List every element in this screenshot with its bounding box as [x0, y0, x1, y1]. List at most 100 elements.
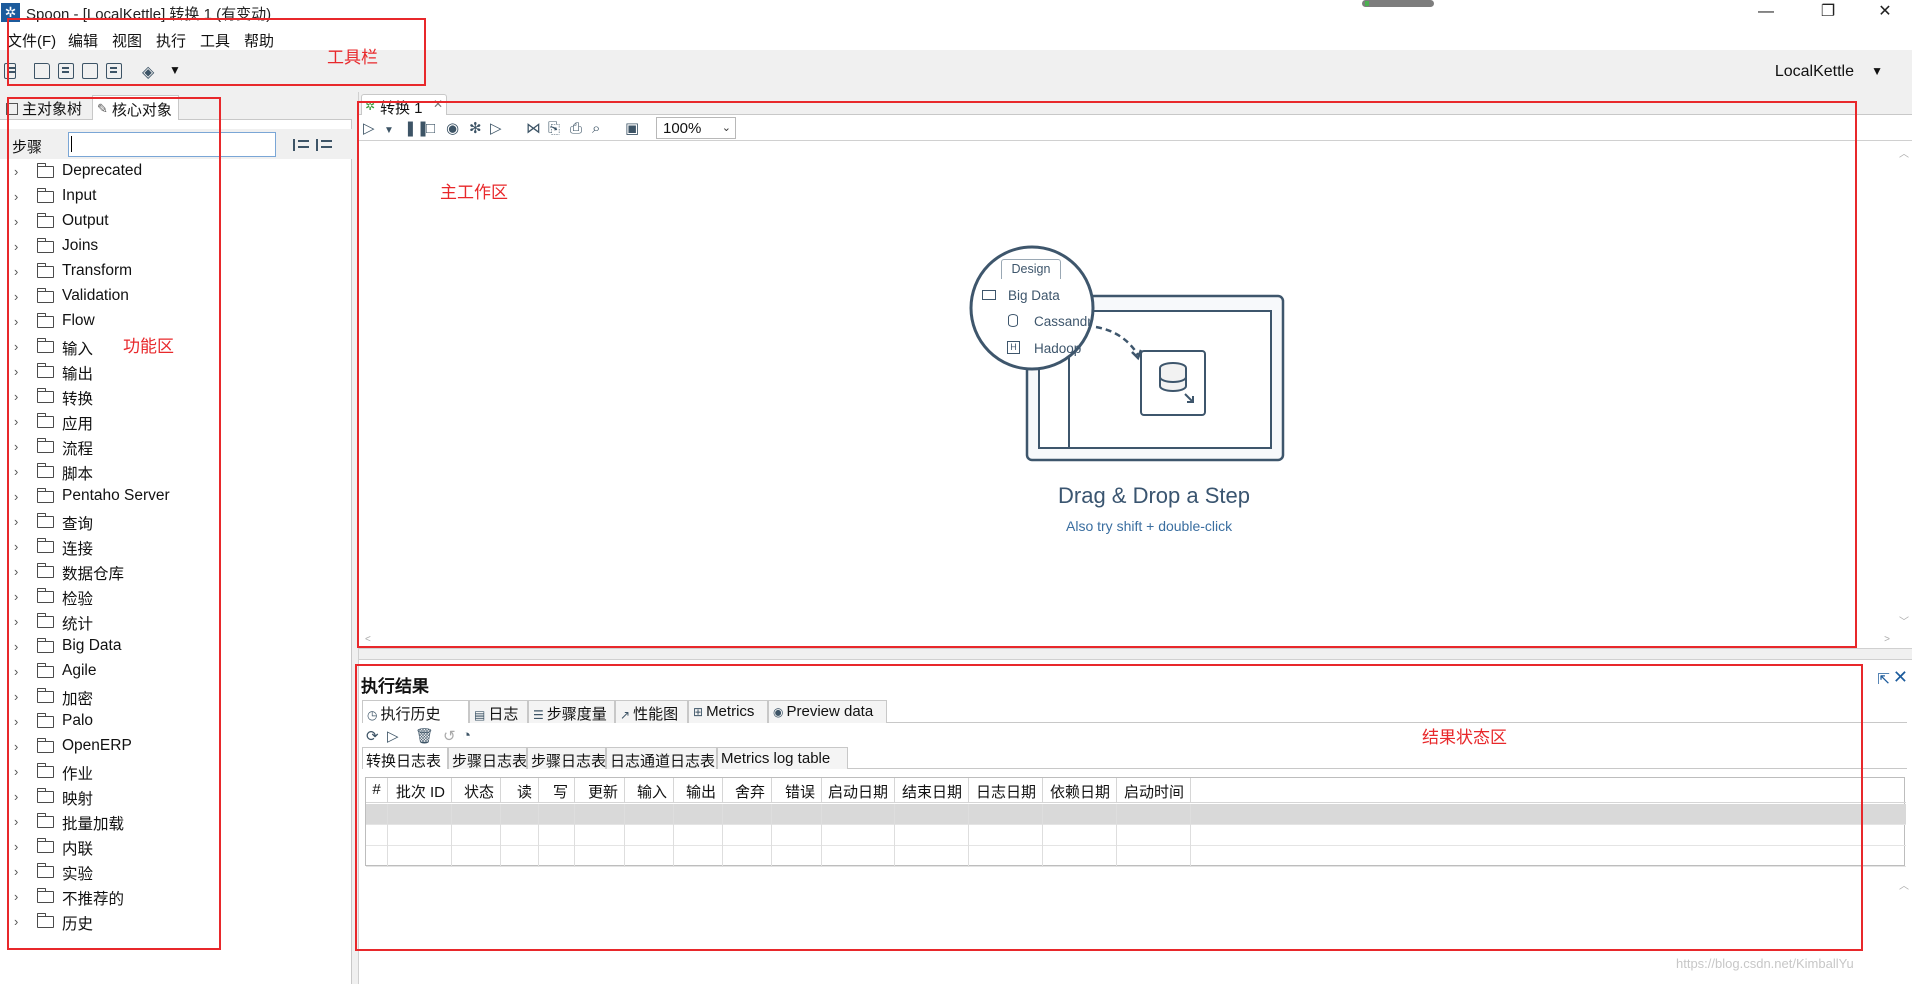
preview-icon[interactable]: ◉ [446, 121, 459, 136]
verify-icon[interactable]: ⋈ [526, 121, 541, 136]
chevron-right-icon[interactable]: › [14, 689, 18, 704]
tree-category-item[interactable]: › 实验 [0, 860, 330, 885]
tab-core-objects[interactable]: ✎ 核心对象 [92, 95, 179, 120]
chevron-right-icon[interactable]: › [14, 164, 18, 179]
tree-category-item[interactable]: › Agile [0, 660, 330, 685]
tree-category-item[interactable]: › Transform [0, 260, 330, 285]
chevron-right-icon[interactable]: › [14, 889, 18, 904]
tree-category-item[interactable]: › 检验 [0, 585, 330, 610]
chevron-right-icon[interactable]: › [14, 314, 18, 329]
scroll-up-arrow-icon[interactable]: ︿ [1899, 145, 1909, 160]
chevron-right-icon[interactable]: › [14, 814, 18, 829]
tab-step-log-1[interactable]: 步骤日志表 [448, 747, 527, 770]
show-results-icon[interactable]: ▣ [625, 121, 639, 136]
replay-icon[interactable]: ▷ [387, 727, 399, 745]
tree-category-item[interactable]: › Validation [0, 285, 330, 310]
results-vertical-scrollbar[interactable]: ︿ [1896, 875, 1912, 984]
tab-log-channel-log[interactable]: 日志通道日志表 [606, 747, 717, 770]
tree-category-item[interactable]: › 数据仓库 [0, 560, 330, 585]
log-table-column-header[interactable]: 输出 [674, 778, 723, 803]
chevron-right-icon[interactable]: › [14, 389, 18, 404]
chevron-right-icon[interactable]: › [14, 589, 18, 604]
tree-category-item[interactable]: › 不推荐的 [0, 885, 330, 910]
save-as-icon[interactable] [106, 63, 122, 79]
tab-log[interactable]: ▤ 日志 [469, 700, 528, 723]
log-table-column-header[interactable]: 启动时间 [1117, 778, 1191, 803]
chevron-right-icon[interactable]: › [14, 864, 18, 879]
close-panel-icon[interactable]: ✕ [1893, 667, 1908, 688]
repository-dropdown-caret-icon[interactable]: ▼ [1871, 64, 1883, 78]
chevron-right-icon[interactable]: › [14, 839, 18, 854]
replay-icon[interactable]: ▷ [490, 121, 502, 136]
vertical-splitter[interactable] [352, 92, 359, 984]
tree-category-item[interactable]: › Joins [0, 235, 330, 260]
tab-transformation-1[interactable]: ✲ 转换 1 ✕ [361, 94, 447, 117]
chevron-right-icon[interactable]: › [14, 914, 18, 929]
open-file-icon[interactable] [34, 63, 50, 79]
tree-category-item[interactable]: › 脚本 [0, 460, 330, 485]
close-tab-icon[interactable]: ✕ [433, 97, 443, 111]
layers-icon[interactable]: ◈ [142, 62, 154, 82]
log-table-row[interactable] [366, 825, 1906, 846]
tree-category-item[interactable]: › 统计 [0, 610, 330, 635]
chevron-right-icon[interactable]: › [14, 564, 18, 579]
chevron-right-icon[interactable]: › [14, 439, 18, 454]
restore-button[interactable]: ❐ [1805, 0, 1851, 26]
horizontal-splitter[interactable] [359, 648, 1912, 660]
chevron-right-icon[interactable]: › [14, 789, 18, 804]
chevron-right-icon[interactable]: › [14, 214, 18, 229]
layers-dropdown-caret-icon[interactable]: ▼ [169, 63, 181, 77]
tab-preview-data[interactable]: ◉ Preview data [768, 700, 887, 723]
chevron-right-icon[interactable]: › [14, 739, 18, 754]
tree-category-item[interactable]: › Input [0, 185, 330, 210]
save-icon[interactable] [82, 63, 98, 79]
tree-category-item[interactable]: › 输出 [0, 360, 330, 385]
tree-category-item[interactable]: › 历史 [0, 910, 330, 935]
tab-execution-history[interactable]: ◷ 执行历史 [362, 700, 469, 723]
collapse-all-icon[interactable] [293, 139, 309, 151]
tree-category-item[interactable]: › 查询 [0, 510, 330, 535]
undo-icon[interactable]: ↺ [443, 727, 456, 745]
scroll-right-arrow-icon[interactable]: > [1884, 634, 1890, 645]
trash-icon[interactable]: 🗑 [415, 727, 434, 745]
canvas-horizontal-scrollbar[interactable]: < > [359, 632, 1896, 648]
canvas-vertical-scrollbar[interactable]: ︿ ﹀ [1896, 141, 1912, 632]
tree-category-item[interactable]: › OpenERP [0, 735, 330, 760]
tree-category-item[interactable]: › 映射 [0, 785, 330, 810]
chevron-right-icon[interactable]: › [14, 264, 18, 279]
clock-icon[interactable]: ◔ [462, 727, 471, 744]
close-window-button[interactable]: ✕ [1862, 0, 1908, 26]
log-table-row[interactable] [366, 846, 1906, 867]
tree-category-item[interactable]: › 应用 [0, 410, 330, 435]
chevron-right-icon[interactable]: › [14, 664, 18, 679]
tree-category-item[interactable]: › 转换 [0, 385, 330, 410]
chevron-right-icon[interactable]: › [14, 189, 18, 204]
log-table-column-header[interactable]: 批次 ID [388, 778, 452, 803]
menu-help[interactable]: 帮助 [244, 30, 274, 51]
chevron-right-icon[interactable]: › [14, 239, 18, 254]
tree-category-item[interactable]: › Pentaho Server [0, 485, 330, 510]
log-table-column-header[interactable]: 输入 [625, 778, 674, 803]
chevron-right-icon[interactable]: › [14, 464, 18, 479]
run-options-caret-icon[interactable]: ▼ [384, 123, 394, 138]
zoom-select[interactable]: 100% ⌄ [656, 117, 736, 139]
tree-category-item[interactable]: › 批量加载 [0, 810, 330, 835]
tree-category-item[interactable]: › 加密 [0, 685, 330, 710]
log-table-column-header[interactable]: 日志日期 [969, 778, 1043, 803]
minimize-button[interactable]: — [1743, 0, 1789, 26]
expand-all-icon[interactable] [316, 139, 332, 151]
explore-repository-icon[interactable] [58, 63, 74, 79]
chevron-right-icon[interactable]: › [14, 714, 18, 729]
log-table-column-header[interactable]: 状态 [452, 778, 501, 803]
chevron-right-icon[interactable]: › [14, 514, 18, 529]
chevron-right-icon[interactable]: › [14, 764, 18, 779]
log-table-column-header[interactable]: # [366, 778, 388, 803]
chevron-right-icon[interactable]: › [14, 639, 18, 654]
chevron-right-icon[interactable]: › [14, 339, 18, 354]
tree-category-item[interactable]: › 作业 [0, 760, 330, 785]
tree-category-item[interactable]: › 流程 [0, 435, 330, 460]
tab-main-tree[interactable]: 主对象树 [2, 95, 88, 120]
run-icon[interactable]: ▷ [363, 121, 375, 136]
tab-performance-graph[interactable]: ↗ 性能图 [615, 700, 688, 723]
tree-category-item[interactable]: › Big Data [0, 635, 330, 660]
